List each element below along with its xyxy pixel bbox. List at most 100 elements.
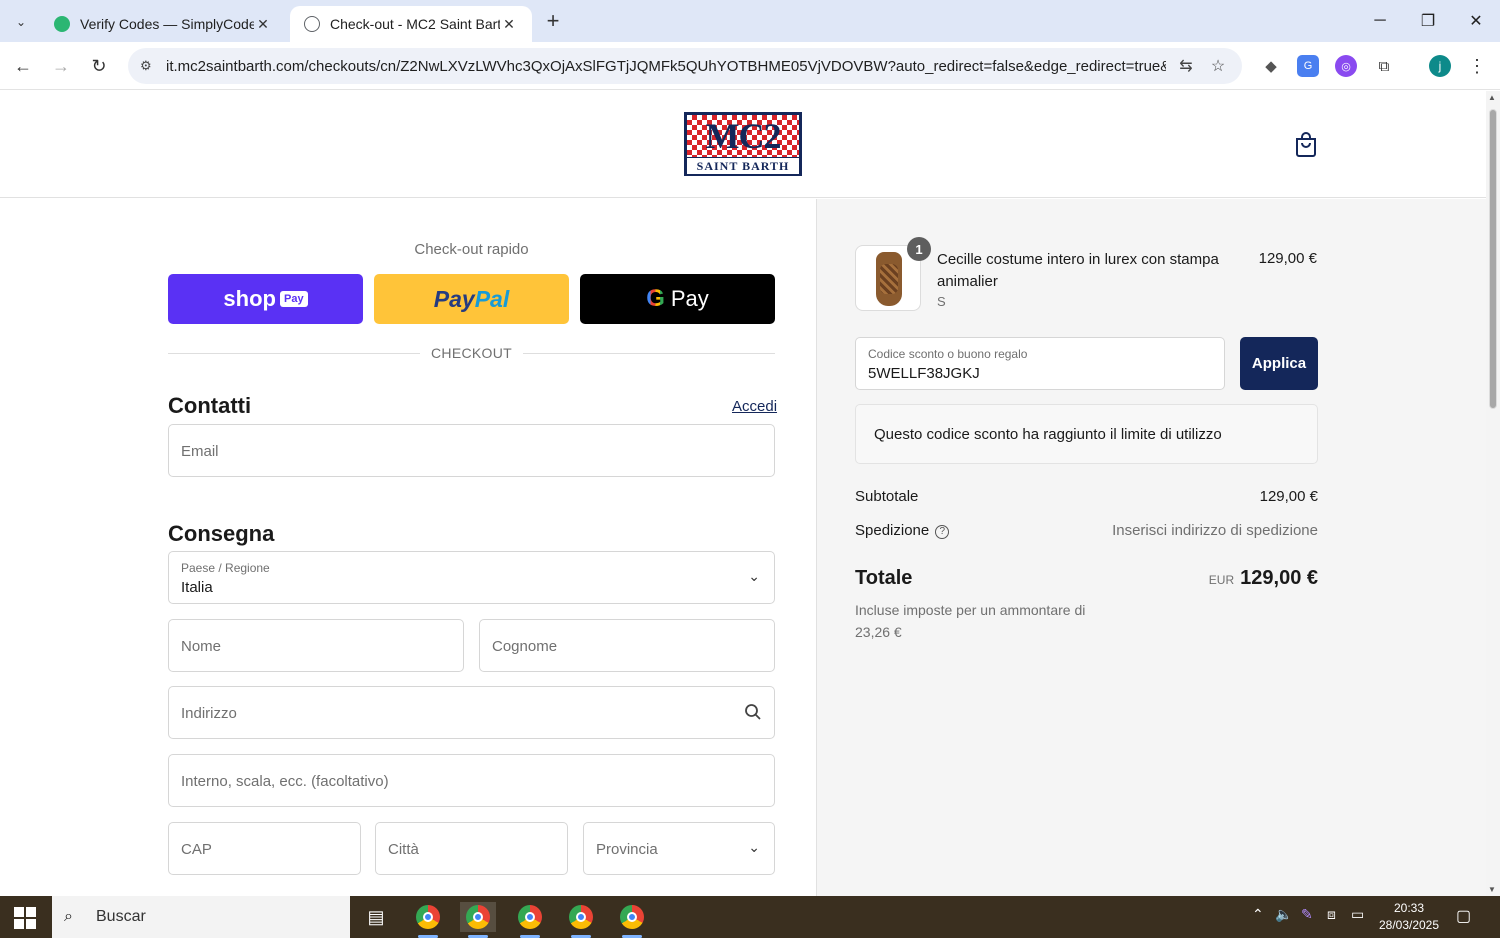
discount-code-label: Codice sconto o buono regalo [868,347,1028,361]
apartment-placeholder: Interno, scala, ecc. (facoltativo) [181,773,389,790]
first-name-field[interactable]: Nome [168,619,464,672]
taskbar-search-placeholder: Buscar [96,908,146,925]
help-question-icon[interactable]: ? [935,525,950,539]
checkout-divider: CHECKOUT [168,342,775,366]
tab-checkout[interactable]: Check-out - MC2 Saint Barth ✕ [290,6,532,42]
meet-now-icon[interactable]: ⧈ [1327,906,1336,923]
shipping-label: Spedizione [855,522,930,539]
logo-subtitle: SAINT BARTH [687,158,799,174]
chevron-down-icon: ⌄ [748,839,760,855]
mc2-logo[interactable]: MC2 SAINT BARTH [684,112,802,176]
tab-title: Verify Codes — SimplyCodes [80,16,254,32]
clock-time: 20:33 [1393,901,1425,915]
email-field[interactable]: Email [168,424,775,477]
notifications-icon[interactable]: ▢ [1456,906,1471,926]
browser-menu-icon[interactable]: ⋮ [1466,55,1488,77]
city-placeholder: Città [388,841,419,858]
google-pay-label: Pay [670,286,709,311]
minimize-icon[interactable]: ─ [1357,8,1403,34]
address-bar[interactable]: ⚙ it.mc2saintbarth.com/checkouts/cn/Z2Nw… [128,48,1242,84]
subtotal-row: Subtotale 129,00 € [855,488,1318,508]
province-select[interactable]: Provincia ⌄ [583,822,775,875]
pen-feather-icon[interactable]: ✎ [1301,906,1313,923]
ext-purple-icon[interactable]: ◎ [1335,55,1357,77]
translate-icon[interactable]: ⇆ [1176,56,1196,76]
taskbar-search-box[interactable]: ⌕ Buscar [52,896,350,938]
country-select[interactable]: Paese / Regione Italia ⌄ [168,551,775,604]
shipping-value: Inserisci indirizzo di spedizione [1112,522,1318,539]
delivery-heading: Consegna [168,521,275,546]
google-translate-ext-icon[interactable]: G [1297,55,1319,77]
divider-label: CHECKOUT [431,345,512,361]
tray-chevron-up-icon[interactable]: ⌃ [1252,906,1264,923]
tax-note: Incluse imposte per un ammontare di 23,2… [855,602,1086,640]
tab-simplycodes[interactable]: Verify Codes — SimplyCodes ✕ [40,6,286,42]
paypal-button[interactable]: Pay Pal [374,274,569,324]
network-icon[interactable]: ▭ [1351,906,1364,923]
paypal-brand-part2: Pal [474,285,510,312]
tab-close-icon[interactable]: ✕ [500,16,518,33]
chrome-taskbar-icon[interactable] [563,902,599,938]
scroll-up-arrow-icon[interactable]: ▲ [1488,93,1496,102]
clock-date: 28/03/2025 [1378,918,1440,932]
apartment-field[interactable]: Interno, scala, ecc. (facoltativo) [168,754,775,807]
product-name: Cecille costume intero in lurex con stam… [937,251,1219,290]
login-link[interactable]: Accedi [732,398,777,415]
shop-pay-tag: Pay [279,291,308,307]
restore-icon[interactable]: ❐ [1405,8,1451,34]
search-icon [745,704,761,720]
address-field[interactable]: Indirizzo [168,686,775,739]
taskbar-clock[interactable]: 20:33 28/03/2025 [1374,900,1444,934]
search-icon: ⌕ [64,908,73,925]
windows-start-icon[interactable] [14,907,36,929]
tab-title: Check-out - MC2 Saint Barth [330,16,500,32]
back-arrow-icon[interactable]: ← [10,53,36,79]
shop-pay-button[interactable]: shop Pay [168,274,363,324]
last-name-field[interactable]: Cognome [479,619,775,672]
windows-taskbar: ⌕ Buscar ▤ ⌃ 🔈 ✎ ⧈ ▭ 20:33 28/03/2025 ▢ [0,896,1500,938]
tab-search-chevron-icon[interactable]: ⌄ [8,9,34,35]
volume-icon[interactable]: 🔈 [1275,906,1292,923]
chrome-taskbar-icon[interactable] [460,902,496,938]
scrollbar-thumb[interactable] [1489,109,1497,409]
city-field[interactable]: Città [375,822,568,875]
checkout-page: MC2 SAINT BARTH Check-out rapido shop Pa… [0,91,1486,896]
product-variant: S [937,294,946,309]
reload-icon[interactable]: ↻ [86,53,112,79]
quantity-badge: 1 [907,237,931,261]
country-label: Paese / Regione [181,561,270,575]
extension-puzzle-leaf-icon[interactable]: ◆ [1260,55,1282,77]
chrome-taskbar-icon[interactable] [614,902,650,938]
task-view-icon[interactable]: ▤ [358,902,394,932]
extensions-puzzle-icon[interactable]: ⧉ [1373,55,1395,77]
close-window-icon[interactable]: ✕ [1453,8,1499,34]
shipping-row: Spedizione? Inserisci indirizzo di spedi… [855,522,1318,542]
discount-error-notice: Questo codice sconto ha raggiunto il lim… [855,404,1318,464]
url-text[interactable]: it.mc2saintbarth.com/checkouts/cn/Z2NwLX… [166,58,1166,75]
forward-arrow-icon[interactable]: → [48,53,74,79]
first-name-placeholder: Nome [181,638,222,655]
apply-button[interactable]: Applica [1240,337,1318,390]
shopping-bag-icon[interactable] [1294,131,1318,157]
page-scrollbar[interactable]: ▲ ▼ [1486,91,1500,896]
site-settings-icon[interactable]: ⚙ [140,58,158,74]
paypal-brand-part1: Pay [433,285,475,312]
zip-placeholder: CAP [181,841,212,858]
simplycodes-favicon-icon [54,16,70,32]
discount-code-field[interactable]: Codice sconto o buono regalo 5WELLF38JGK… [855,337,1225,390]
profile-avatar[interactable]: j [1429,55,1451,77]
zip-field[interactable]: CAP [168,822,361,875]
chrome-taskbar-icon[interactable] [410,902,446,938]
google-pay-button[interactable]: G Pay [580,274,775,324]
shop-pay-brand: shop [223,286,276,311]
new-tab-plus-icon[interactable]: + [540,8,566,34]
logo-mark: MC2 [705,116,782,156]
bookmark-star-icon[interactable]: ☆ [1208,56,1228,76]
express-checkout-title: Check-out rapido [414,241,529,258]
tab-close-icon[interactable]: ✕ [254,16,272,33]
chevron-down-icon: ⌄ [748,568,760,584]
globe-favicon-icon [304,16,320,32]
scroll-down-arrow-icon[interactable]: ▼ [1488,885,1496,894]
chrome-taskbar-icon[interactable] [512,902,548,938]
browser-tab-strip: ⌄ Verify Codes — SimplyCodes ✕ Check-out… [0,0,1500,42]
